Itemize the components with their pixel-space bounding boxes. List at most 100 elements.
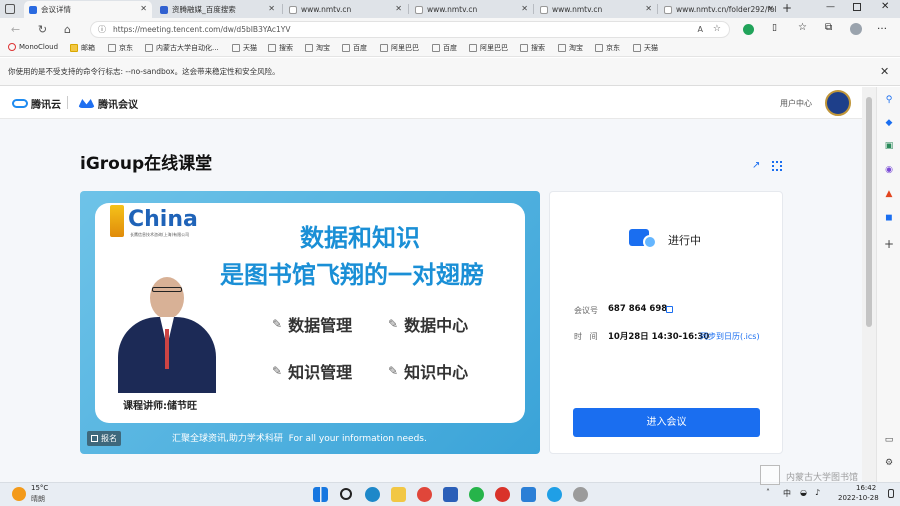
favorite-star-icon[interactable]: ☆ — [713, 22, 721, 37]
volume-icon[interactable]: ♪ — [815, 488, 820, 497]
banner-headline-2: 是图书馆飞翔的一对翅膀 — [220, 261, 484, 289]
tray-chevron-icon[interactable]: ˄ — [766, 488, 770, 497]
ime-indicator[interactable]: 中 — [783, 488, 791, 499]
bookmark-item[interactable]: 百度 — [432, 43, 457, 53]
close-tab-icon[interactable]: ✕ — [268, 4, 275, 13]
app-icon[interactable] — [521, 487, 536, 502]
bookmark-item[interactable]: MonoCloud — [8, 43, 58, 51]
split-screen-icon[interactable]: ▯ — [772, 23, 777, 33]
banner-brand-sub: 长鹰信息技术咨询(上海)有限公司 — [130, 232, 190, 237]
wechat-icon[interactable] — [469, 487, 484, 502]
join-meeting-button[interactable]: 进入会议 — [573, 408, 760, 437]
register-badge[interactable]: 报名 — [87, 431, 121, 446]
bookmark-item[interactable]: 天猫 — [633, 43, 658, 53]
weather-desc[interactable]: 晴朗 — [31, 494, 45, 504]
reload-icon[interactable]: ↻ — [35, 22, 50, 37]
home-icon[interactable]: ⌂ — [60, 22, 75, 37]
minimize-button[interactable]: — — [826, 2, 835, 12]
page-scrollbar[interactable] — [862, 87, 876, 482]
translate-icon[interactable]: A — [698, 22, 703, 37]
customize-icon[interactable]: ▭ — [883, 434, 895, 446]
tab-nmtv-2[interactable]: www.nmtv.cn ✕ — [410, 1, 533, 18]
bookmark-item[interactable]: 淘宝 — [558, 43, 583, 53]
chrome-icon[interactable] — [417, 487, 432, 502]
url-text: https://meeting.tencent.com/dw/d5bIB3YAc… — [113, 25, 291, 34]
meeting-info-panel: 进行中 会议号 687 864 698 时 间 10月28日 14:30-16:… — [549, 191, 783, 454]
notification-icon[interactable] — [888, 489, 894, 498]
collections-icon[interactable]: ⧉ — [825, 22, 832, 33]
add-sidebar-app-icon[interactable]: + — [883, 238, 895, 250]
bookmark-item[interactable]: 京东 — [108, 43, 133, 53]
copy-icon[interactable] — [666, 306, 673, 313]
bookmark-item[interactable]: 搜索 — [520, 43, 545, 53]
qrcode-icon[interactable] — [772, 161, 782, 171]
bookmark-item[interactable]: 天猫 — [232, 43, 257, 53]
user-center-link[interactable]: 用户中心 — [780, 98, 812, 109]
tencent-meeting-logo[interactable]: 腾讯会议 — [78, 96, 138, 111]
clock-time[interactable]: 16:42 — [856, 484, 876, 492]
word-icon[interactable] — [443, 487, 458, 502]
weather-temp[interactable]: 15°C — [31, 484, 48, 492]
sidebar-settings-icon[interactable]: ⚙ — [883, 457, 895, 469]
taskbar-search-icon[interactable] — [340, 488, 352, 500]
app-icon[interactable] — [547, 487, 562, 502]
bookmark-item[interactable]: 百度 — [342, 43, 367, 53]
outlook-icon[interactable]: ◼ — [883, 212, 895, 224]
tools-icon[interactable]: ▣ — [883, 140, 895, 152]
app-icon[interactable] — [573, 487, 588, 502]
page-favicon — [664, 5, 672, 14]
address-input[interactable]: ⓘ https://meeting.tencent.com/dw/d5bIB3Y… — [90, 21, 730, 38]
extension-shield-icon[interactable] — [743, 24, 754, 35]
close-tab-icon[interactable]: ✕ — [395, 4, 402, 13]
games-icon[interactable]: ◉ — [883, 164, 895, 176]
user-avatar[interactable] — [825, 90, 851, 116]
app-icon[interactable] — [495, 487, 510, 502]
tab-meeting-detail[interactable]: 会议详情 ✕ — [24, 1, 152, 18]
restore-button[interactable] — [853, 3, 861, 11]
more-menu-icon[interactable]: … — [877, 21, 887, 32]
back-icon[interactable]: ← — [8, 22, 23, 37]
bookmark-item[interactable]: 搜索 — [268, 43, 293, 53]
file-explorer-icon[interactable] — [391, 487, 406, 502]
igroup-logo — [110, 205, 124, 237]
close-tab-icon[interactable]: ✕ — [521, 4, 528, 13]
bookmarks-bar: MonoCloud 邮箱 京东 内蒙古大学自动化... 天猫 搜索 淘宝 百度 … — [0, 41, 900, 57]
sync-calendar-link[interactable]: 同步到日历(.ics) — [700, 331, 760, 342]
office-icon[interactable]: ▲ — [883, 188, 895, 200]
profile-avatar[interactable] — [850, 23, 862, 35]
bookmark-item[interactable]: 邮箱 — [70, 43, 95, 53]
clock-date[interactable]: 2022-10-28 — [838, 494, 879, 502]
weather-sun-icon[interactable] — [12, 487, 26, 501]
favorites-icon[interactable]: ☆ — [798, 22, 807, 33]
tab-nmtv-3[interactable]: www.nmtv.cn ✕ — [535, 1, 657, 18]
edge-taskbar-icon[interactable] — [365, 487, 380, 502]
bookmark-item[interactable]: 内蒙古大学自动化... — [145, 43, 219, 53]
new-tab-button[interactable]: + — [782, 1, 792, 15]
close-tab-icon[interactable]: ✕ — [140, 4, 147, 13]
tab-nmtv-1[interactable]: www.nmtv.cn ✕ — [284, 1, 407, 18]
tab-actions-icon[interactable] — [5, 4, 15, 14]
site-info-icon[interactable]: ⓘ — [98, 22, 106, 37]
bookmark-item[interactable]: 京东 — [595, 43, 620, 53]
close-infobar-icon[interactable]: ✕ — [880, 58, 889, 86]
tab-title: www.nmtv.cn — [427, 5, 478, 14]
scroll-thumb[interactable] — [866, 97, 872, 327]
cloud-icon — [12, 99, 28, 108]
close-tab-icon[interactable]: ✕ — [645, 4, 652, 13]
search-icon[interactable]: ⚲ — [883, 94, 895, 106]
lecturer-name: 课程讲师:储节旺 — [123, 401, 197, 412]
meeting-logo-icon — [78, 99, 95, 108]
start-icon[interactable] — [313, 487, 328, 502]
close-window-button[interactable]: ✕ — [881, 1, 889, 12]
bookmark-item[interactable]: 阿里巴巴 — [469, 43, 508, 53]
tab-nmtv-folder[interactable]: www.nmtv.cn/folder292/fol ✕ — [659, 1, 779, 18]
bookmark-item[interactable]: 淘宝 — [305, 43, 330, 53]
close-tab-icon[interactable]: ✕ — [767, 4, 774, 13]
tencent-cloud-logo[interactable]: 腾讯云 — [12, 96, 61, 111]
bookmark-item[interactable]: 阿里巴巴 — [380, 43, 419, 53]
shopping-tag-icon[interactable]: ◆ — [883, 117, 895, 129]
network-icon[interactable]: ◒ — [800, 488, 807, 497]
tab-baidu-search[interactable]: 资腾融媒_百度搜索 ✕ — [155, 1, 280, 18]
address-toolbar: ← ↻ ⌂ ⓘ https://meeting.tencent.com/dw/d… — [0, 18, 900, 41]
share-icon[interactable]: ↗ — [752, 160, 760, 171]
